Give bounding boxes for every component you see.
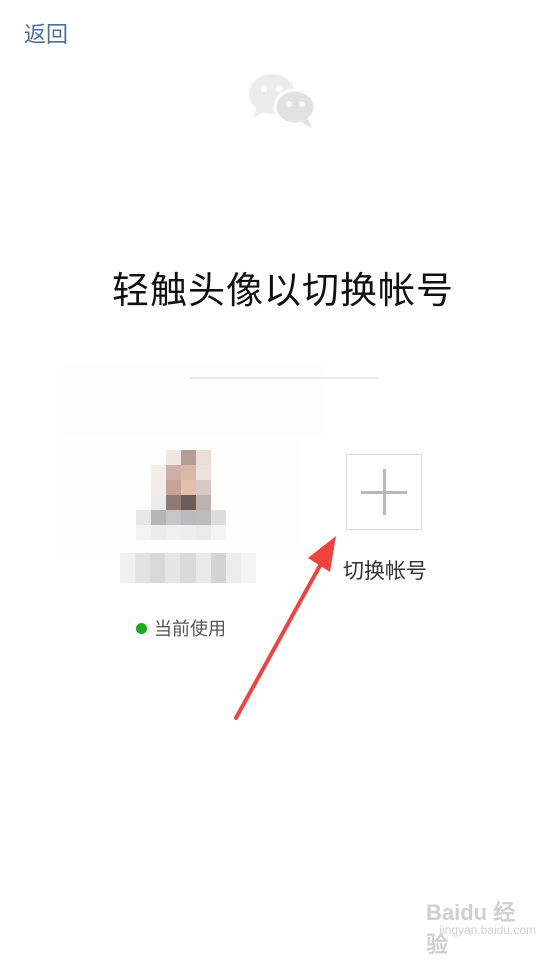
current-account-status: 当前使用 (136, 615, 226, 641)
status-dot-icon (136, 622, 147, 634)
add-account-button[interactable] (346, 454, 422, 530)
red-arrow-annotation (226, 526, 356, 726)
baidu-watermark: Baidu 经验 jingyan.baidu.com (426, 895, 536, 957)
status-text: 当前使用 (154, 619, 226, 640)
back-button[interactable]: 返回 (24, 20, 68, 52)
divider (190, 377, 378, 379)
page-title: 轻触头像以切换帐号 (112, 269, 454, 312)
wechat-logo-icon (246, 70, 320, 130)
current-account-avatar[interactable] (136, 450, 226, 540)
watermark-url: jingyan.baidu.com (439, 923, 536, 937)
